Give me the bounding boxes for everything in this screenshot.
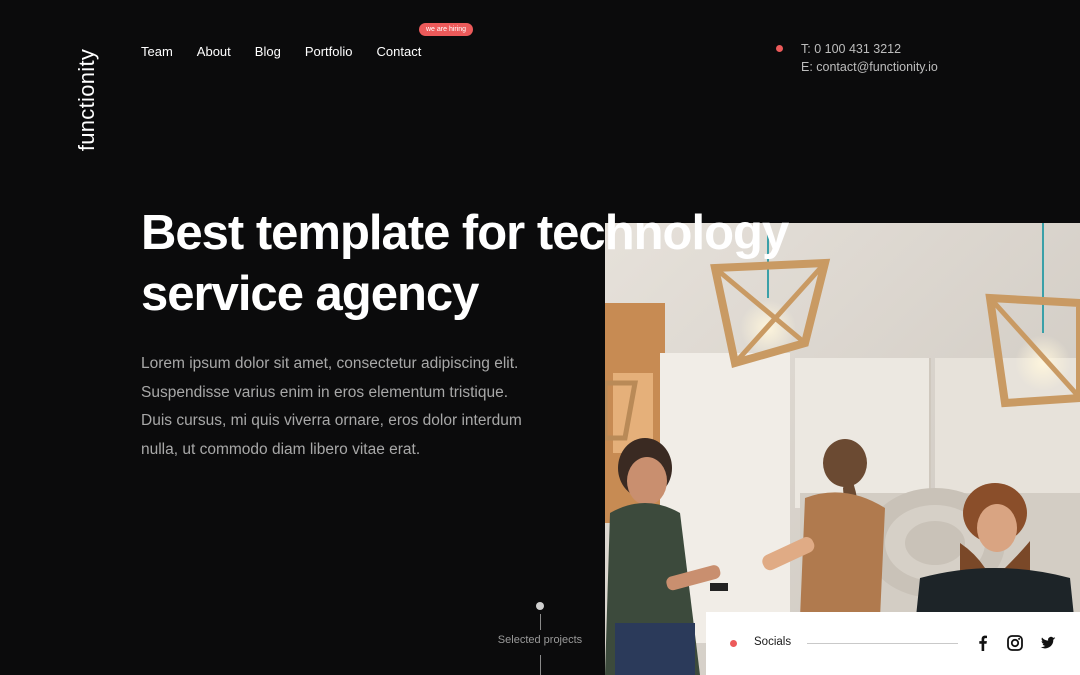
- socials-divider: [807, 643, 958, 644]
- instagram-icon[interactable]: [1006, 634, 1024, 652]
- scroll-line-top: [539, 614, 541, 630]
- scroll-line-bottom: [539, 655, 541, 675]
- nav-item-contact[interactable]: Contact: [377, 44, 422, 59]
- nav-item-blog[interactable]: Blog: [255, 44, 281, 59]
- hero-title-line-2: service agency: [141, 267, 479, 321]
- logo[interactable]: functionity: [62, 40, 112, 160]
- selected-projects-label: Selected projects: [497, 634, 583, 646]
- twitter-icon[interactable]: [1039, 634, 1057, 652]
- contact-email[interactable]: E: contact@functionity.io: [801, 58, 938, 76]
- hiring-badge[interactable]: we are hiring: [419, 23, 474, 36]
- hero-title: Best template for technology service age…: [141, 203, 789, 325]
- nav-item-portfolio[interactable]: Portfolio: [305, 44, 353, 59]
- contact-dot-icon: [776, 45, 783, 52]
- contact-phone[interactable]: T: 0 100 431 3212: [801, 40, 938, 58]
- hero-title-line-1: Best template for technology: [141, 206, 789, 260]
- scroll-knob-icon: [536, 602, 544, 610]
- selected-projects-link[interactable]: Selected projects: [490, 600, 590, 675]
- socials-bar: Socials: [706, 612, 1080, 675]
- hero-description: Lorem ipsum dolor sit amet, consectetur …: [141, 355, 522, 458]
- facebook-icon[interactable]: [974, 634, 992, 652]
- nav-item-team[interactable]: Team: [141, 44, 173, 59]
- nav-item-about[interactable]: About: [197, 44, 231, 59]
- socials-dot-icon: [730, 640, 737, 647]
- page: functionity Team About Blog Portfolio Co…: [0, 0, 1080, 675]
- main-nav: Team About Blog Portfolio Contact: [141, 44, 445, 59]
- socials-label: Socials: [754, 636, 792, 648]
- logo-text: functionity: [74, 48, 99, 152]
